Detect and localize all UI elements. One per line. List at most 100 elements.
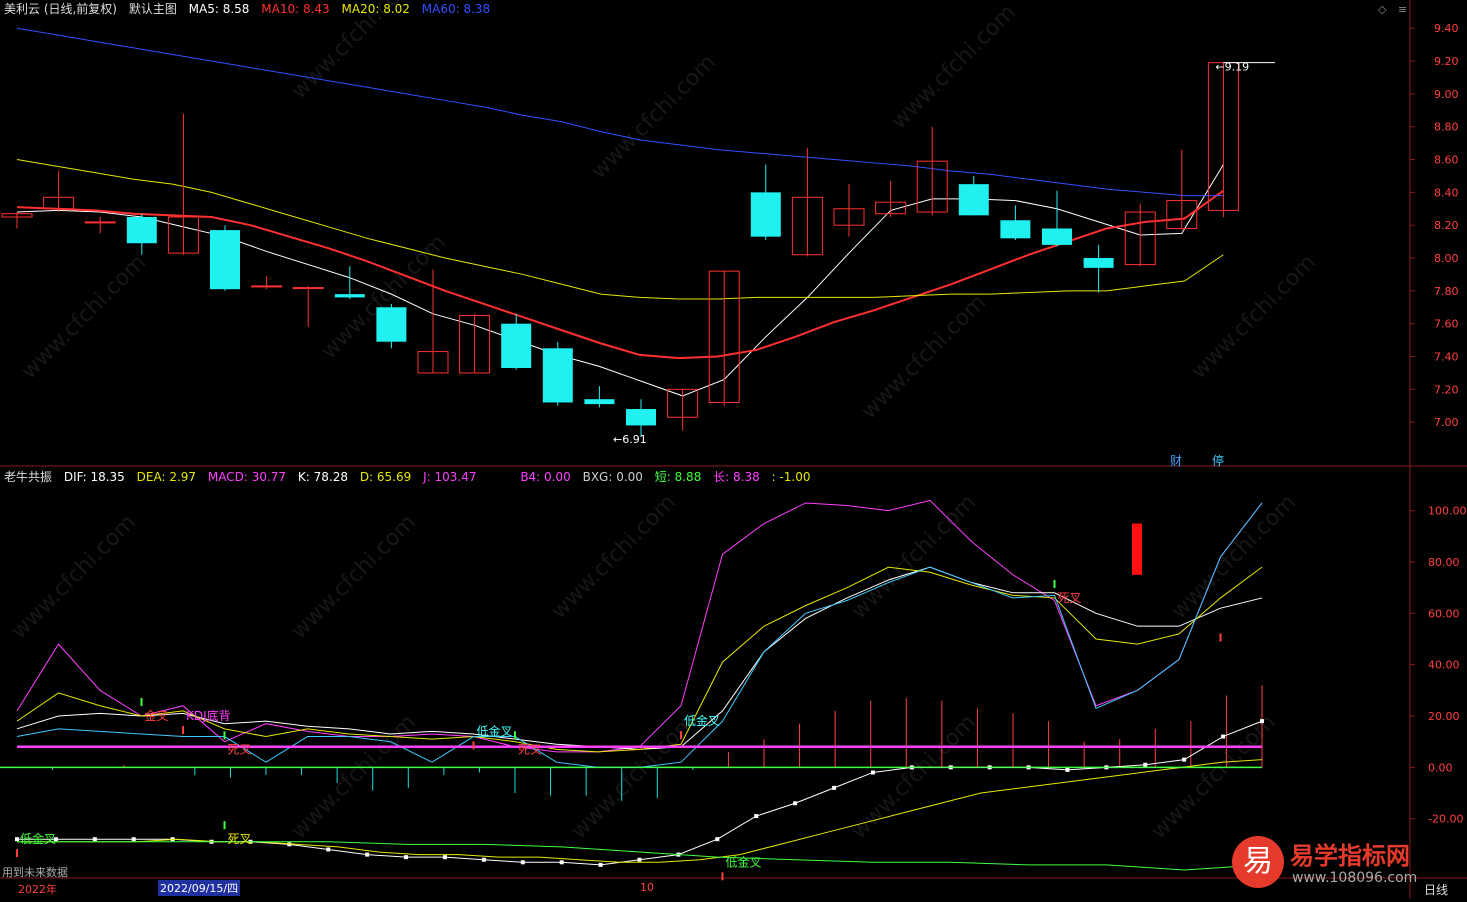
ma-line-ma5 [16,164,1224,397]
date-label[interactable]: 2022/09/15/四 [158,880,241,896]
chart-svg: 7.00 7.20 7.40 7.60 7.80 8.00 8.20 8.40 8.60 8.80… [0,0,1467,898]
dif-dot [870,770,875,775]
candle-body [210,230,240,290]
logo-url: www.108096.com [1292,870,1418,886]
dif-dot [793,801,798,806]
month-label: 10 [640,881,654,894]
main-header: 美利云 (日线,前复权) 默认主图 MA5: 8.58 MA10: 8.43 M… [4,0,498,18]
short-label: 短: 8.88 [654,470,702,484]
y-tick-label: 8.40 [1434,186,1459,199]
indicator-line-DIF [17,720,1263,866]
b4-label: B4: 0.00 [520,470,571,484]
y-tick-label: 60.00 [1428,607,1460,620]
candle-body [334,294,365,298]
cai-badge[interactable]: 财 [1170,452,1182,469]
template-label: 默认主图 [128,2,177,16]
watermark-text: www.cfchi.com [847,710,981,844]
price-annotation: ←6.91 [613,433,647,446]
y-tick-label: 9.20 [1434,55,1459,68]
signal-label: 低金叉 [726,854,762,869]
chart-stage: 7.00 7.20 7.40 7.60 7.80 8.00 8.20 8.40 8.60 8.80… [0,0,1467,898]
watermark-text: www.cfchi.com [1167,490,1301,624]
indicator-line-短 [17,841,1263,871]
d-label: D: 65.69 [359,470,412,484]
ma-line-ma60 [16,27,1224,197]
logo-glyph: 易 [1232,836,1284,888]
ma20-label: MA20: 8.02 [341,2,410,16]
watermark-text: www.cfchi.com [1187,250,1321,384]
watermark-text: www.cfchi.com [887,0,1021,134]
candle-body [1042,228,1072,245]
signal-label: 死叉 [228,832,252,846]
menu-icon: ≡ [1398,3,1407,16]
watermark-text: www.cfchi.com [7,510,141,644]
extra-label: : -1.00 [771,470,811,484]
signal-label: KDJ底背 [186,708,231,723]
y-tick-label: 20.00 [1428,710,1460,723]
y-tick-label: 9.40 [1434,22,1459,35]
macd-label: MACD: 30.77 [207,470,287,484]
j-label: J: 103.47 [423,470,477,484]
signal-bar [1132,523,1142,575]
candle-body [1083,258,1114,268]
stock-title: 美利云 (日线,前复权) [4,2,117,16]
bxg-label: BXG: 0.00 [582,470,643,484]
watermark-text: www.cfchi.com [17,250,151,384]
future-data-note: 用到未来数据 [2,866,68,879]
candle-body [501,323,532,368]
candle-body [251,285,283,288]
y-tick-label: 7.60 [1434,318,1459,331]
dif-dot [131,837,136,842]
ma5-label: MA5: 8.58 [188,2,250,16]
dif-dot [559,860,564,865]
dif-dot [1143,762,1148,767]
y-tick-label: 7.80 [1434,285,1459,298]
y-tick-label: 40.00 [1428,659,1460,672]
dif-dot [1221,734,1226,739]
site-logo: 易 易学指标网 www.108096.com [1232,832,1466,898]
candle-body [542,348,573,403]
watermark-text: www.cfchi.com [847,490,981,624]
dif-dot [754,814,759,819]
y-tick-label: 0.00 [1428,761,1453,774]
y-tick-label: 7.00 [1434,416,1459,429]
diamond-icon: ◇ [1378,3,1387,16]
long-label: 长: 8.38 [713,470,760,484]
candle-body [376,307,407,342]
y-tick-label: 8.60 [1434,154,1459,167]
y-tick-label: 100.00 [1428,505,1467,518]
dif-dot [365,852,370,857]
watermark-text: www.cfchi.com [587,50,721,184]
candle-body [1000,220,1031,239]
dif-dot [92,837,97,842]
y-tick-label: 7.40 [1434,351,1459,364]
year-label: 2022年 [18,883,57,896]
candle-body [626,409,656,426]
ma10-label: MA10: 8.43 [261,2,330,16]
dif-dot [832,785,837,790]
logo-name: 易学指标网 [1290,842,1410,870]
signal-label: 死叉 [228,742,252,756]
dif-dot [1182,757,1187,762]
dea-label: DEA: 2.97 [136,470,197,484]
dif-label: DIF: 18.35 [63,470,125,484]
watermark-text: www.cfchi.com [287,710,421,844]
signal-label: 低金叉 [684,713,720,728]
ting-badge[interactable]: 停 [1212,452,1224,469]
watermark-text: www.cfchi.com [547,490,681,624]
dif-dot [442,855,447,860]
candle-body [958,184,989,216]
signal-label: 低金叉 [477,723,513,738]
ma-line-ma10 [16,189,1224,360]
signal-label: 死叉 [1058,591,1082,605]
signal-label: 金叉 [145,708,169,723]
candle-body [126,216,157,244]
dif-dot [520,860,525,865]
candle-body [584,399,615,405]
y-tick-label: 9.00 [1434,88,1459,101]
watermark-text: www.cfchi.com [287,510,421,644]
dif-dot [15,837,19,842]
dif-dot [637,857,642,862]
dif-dot [715,837,720,842]
dif-dot [1260,719,1264,724]
